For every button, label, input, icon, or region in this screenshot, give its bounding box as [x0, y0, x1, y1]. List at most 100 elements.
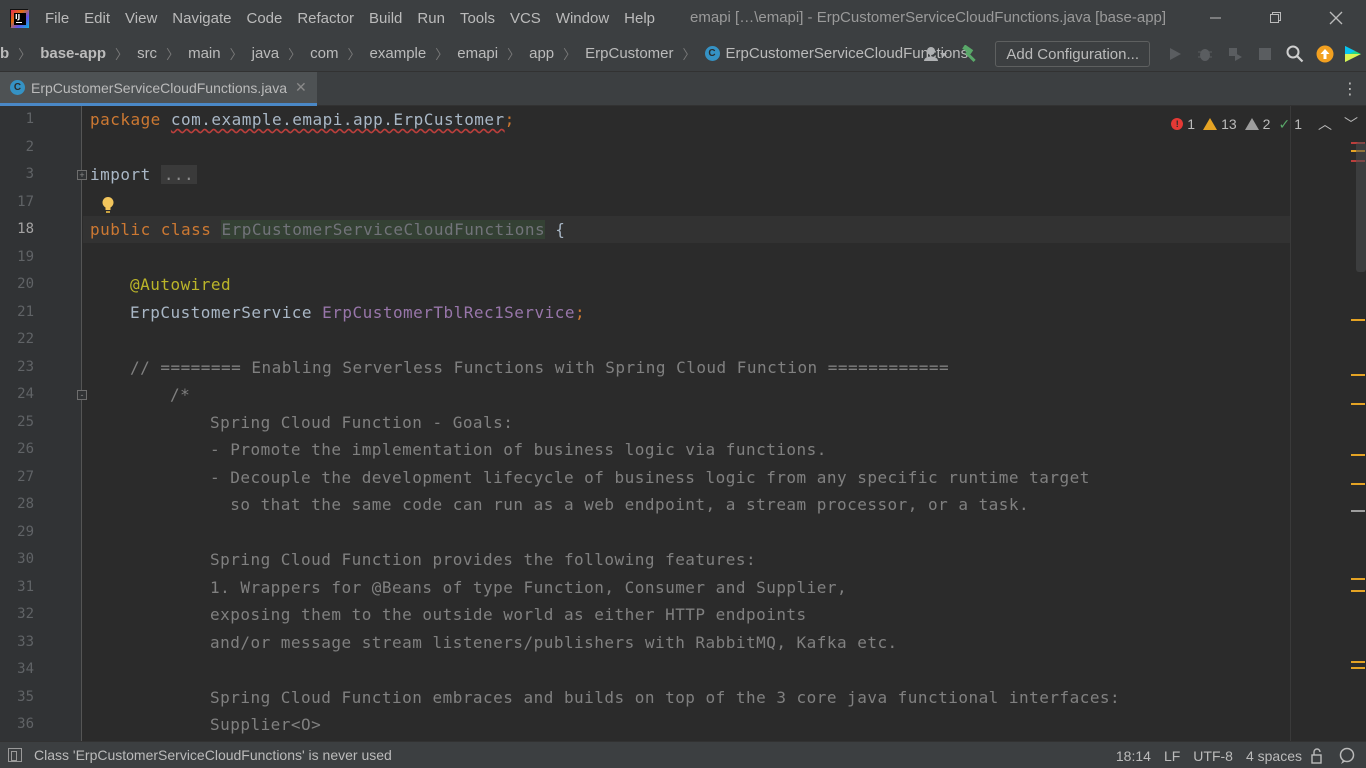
warning-mark[interactable]	[1351, 667, 1365, 669]
code-editor[interactable]: 1 2 3 17 18 19 20 21 22 23 24 25 26 27 2…	[0, 106, 1366, 741]
line-number: 29	[17, 524, 34, 540]
warning-mark[interactable]	[1351, 483, 1365, 485]
breadcrumb-separator: 〉	[563, 47, 577, 62]
breadcrumb-com[interactable]: com	[310, 45, 338, 62]
stop-icon	[1259, 48, 1271, 60]
line-number: 3	[25, 166, 34, 182]
maximize-button[interactable]	[1246, 0, 1306, 36]
vertical-scrollbar[interactable]	[1356, 142, 1366, 272]
editor-gutter: 1 2 3 17 18 19 20 21 22 23 24 25 26 27 2…	[0, 106, 82, 741]
fold-icon[interactable]: +	[77, 170, 87, 180]
line-number: 1	[25, 111, 34, 127]
debug-button[interactable]	[1190, 36, 1220, 72]
toolbox-icon	[1345, 46, 1361, 62]
brace: {	[555, 220, 566, 239]
menu-tools[interactable]: Tools	[460, 10, 495, 27]
lock-icon[interactable]	[1310, 747, 1326, 764]
coverage-button[interactable]	[1220, 36, 1250, 72]
warning-mark[interactable]	[1351, 661, 1365, 663]
close-tab-icon[interactable]: ✕	[295, 79, 307, 96]
weak-warning-mark[interactable]	[1351, 510, 1365, 512]
tab-menu-icon[interactable]: ⋮	[1342, 79, 1358, 99]
warning-mark[interactable]	[1351, 374, 1365, 376]
line-number: 22	[17, 331, 34, 347]
menu-run[interactable]: Run	[417, 10, 445, 27]
breadcrumb-emapi[interactable]: emapi	[457, 45, 498, 62]
menu-build[interactable]: Build	[369, 10, 402, 27]
close-window-button[interactable]	[1306, 0, 1366, 36]
code-line-25: Spring Cloud Function - Goals:	[210, 413, 514, 432]
warning-mark[interactable]	[1351, 403, 1365, 405]
line-separator[interactable]: LF	[1164, 748, 1180, 764]
folded-imports[interactable]: ...	[160, 165, 198, 184]
menu-vcs[interactable]: VCS	[510, 10, 541, 27]
search-everywhere-button[interactable]	[1280, 36, 1310, 72]
status-bar-widgets: 18:14 LF UTF-8 4 spaces	[1116, 742, 1366, 768]
indent-setting[interactable]: 4 spaces	[1246, 748, 1302, 764]
caret-position[interactable]: 18:14	[1116, 748, 1151, 764]
breadcrumb-separator: 〉	[166, 47, 180, 62]
user-icon	[924, 47, 948, 61]
check-icon: ✓	[1278, 115, 1291, 132]
file-encoding[interactable]: UTF-8	[1193, 748, 1233, 764]
lightbulb-icon[interactable]	[100, 196, 116, 214]
line-number: 27	[17, 469, 34, 485]
code-line-23: // ======== Enabling Serverless Function…	[130, 358, 950, 377]
menu-refactor[interactable]: Refactor	[297, 10, 354, 27]
tool-window-toggle-icon[interactable]	[8, 748, 22, 762]
menu-view[interactable]: View	[125, 10, 157, 27]
breadcrumb-example[interactable]: example	[370, 45, 427, 62]
warning-mark[interactable]	[1351, 578, 1365, 580]
code-line-1: package com.example.emapi.app.ErpCustome…	[90, 110, 515, 130]
user-button[interactable]	[917, 36, 955, 72]
breadcrumb-erpcustomer[interactable]: ErpCustomer	[585, 45, 673, 62]
ok-count[interactable]: ✓ 1	[1278, 116, 1302, 133]
toolbox-button[interactable]	[1340, 36, 1366, 72]
breadcrumb-b[interactable]: b	[0, 45, 9, 62]
menu-file[interactable]: File	[45, 10, 69, 27]
coverage-icon	[1229, 48, 1242, 61]
event-log-icon[interactable]	[1338, 747, 1356, 765]
warning-mark[interactable]	[1351, 590, 1365, 592]
minimize-button[interactable]	[1186, 0, 1246, 36]
fold-icon[interactable]: -	[77, 390, 87, 400]
warning-mark[interactable]	[1351, 319, 1365, 321]
maximize-icon	[1270, 12, 1281, 23]
menu-code[interactable]: Code	[246, 10, 282, 27]
code-line-36: Supplier<O>	[210, 715, 322, 734]
line-number: 28	[17, 496, 34, 512]
code-line-3: import ...	[90, 165, 198, 185]
inspection-widget[interactable]: ! 1 13 2 ✓ 1 ︿ ﹀	[1171, 114, 1358, 134]
stop-button[interactable]	[1250, 36, 1280, 72]
breadcrumb-separator: 〉	[18, 47, 32, 62]
menu-edit[interactable]: Edit	[84, 10, 110, 27]
tab-erpcustomerservicecloudfunctions[interactable]: C ErpCustomerServiceCloudFunctions.java …	[0, 72, 317, 106]
keyword: public class	[90, 220, 212, 239]
breadcrumb-separator: 〉	[229, 47, 243, 62]
run-button[interactable]	[1160, 36, 1190, 72]
weak-warning-count[interactable]: 2	[1244, 116, 1270, 132]
menu-window[interactable]: Window	[556, 10, 609, 27]
search-icon	[1286, 45, 1304, 63]
breadcrumb-base-app[interactable]: base-app	[40, 45, 106, 62]
warning-mark[interactable]	[1351, 454, 1365, 456]
build-button[interactable]	[955, 36, 985, 72]
update-button[interactable]	[1310, 36, 1340, 72]
line-number: 20	[17, 276, 34, 292]
navigation-bar: b 〉 base-app 〉 src 〉 main 〉 java 〉 com 〉 examp…	[0, 36, 1366, 72]
class-icon: C	[704, 46, 720, 61]
breadcrumb-app[interactable]: app	[529, 45, 554, 62]
line-number: 2	[25, 139, 34, 155]
warning-count[interactable]: 13	[1203, 116, 1237, 132]
menu-navigate[interactable]: Navigate	[172, 10, 231, 27]
menu-help[interactable]: Help	[624, 10, 655, 27]
error-count[interactable]: ! 1	[1171, 116, 1195, 132]
breadcrumb-java[interactable]: java	[252, 45, 280, 62]
code-line-24: /*	[170, 385, 191, 404]
breadcrumb-src[interactable]: src	[137, 45, 157, 62]
warning-count-label: 13	[1221, 116, 1237, 132]
add-configuration-button[interactable]: Add Configuration...	[995, 41, 1150, 67]
chevron-up-icon[interactable]: ︿	[1318, 114, 1332, 134]
line-number: 32	[17, 606, 34, 622]
breadcrumb-main[interactable]: main	[188, 45, 221, 62]
